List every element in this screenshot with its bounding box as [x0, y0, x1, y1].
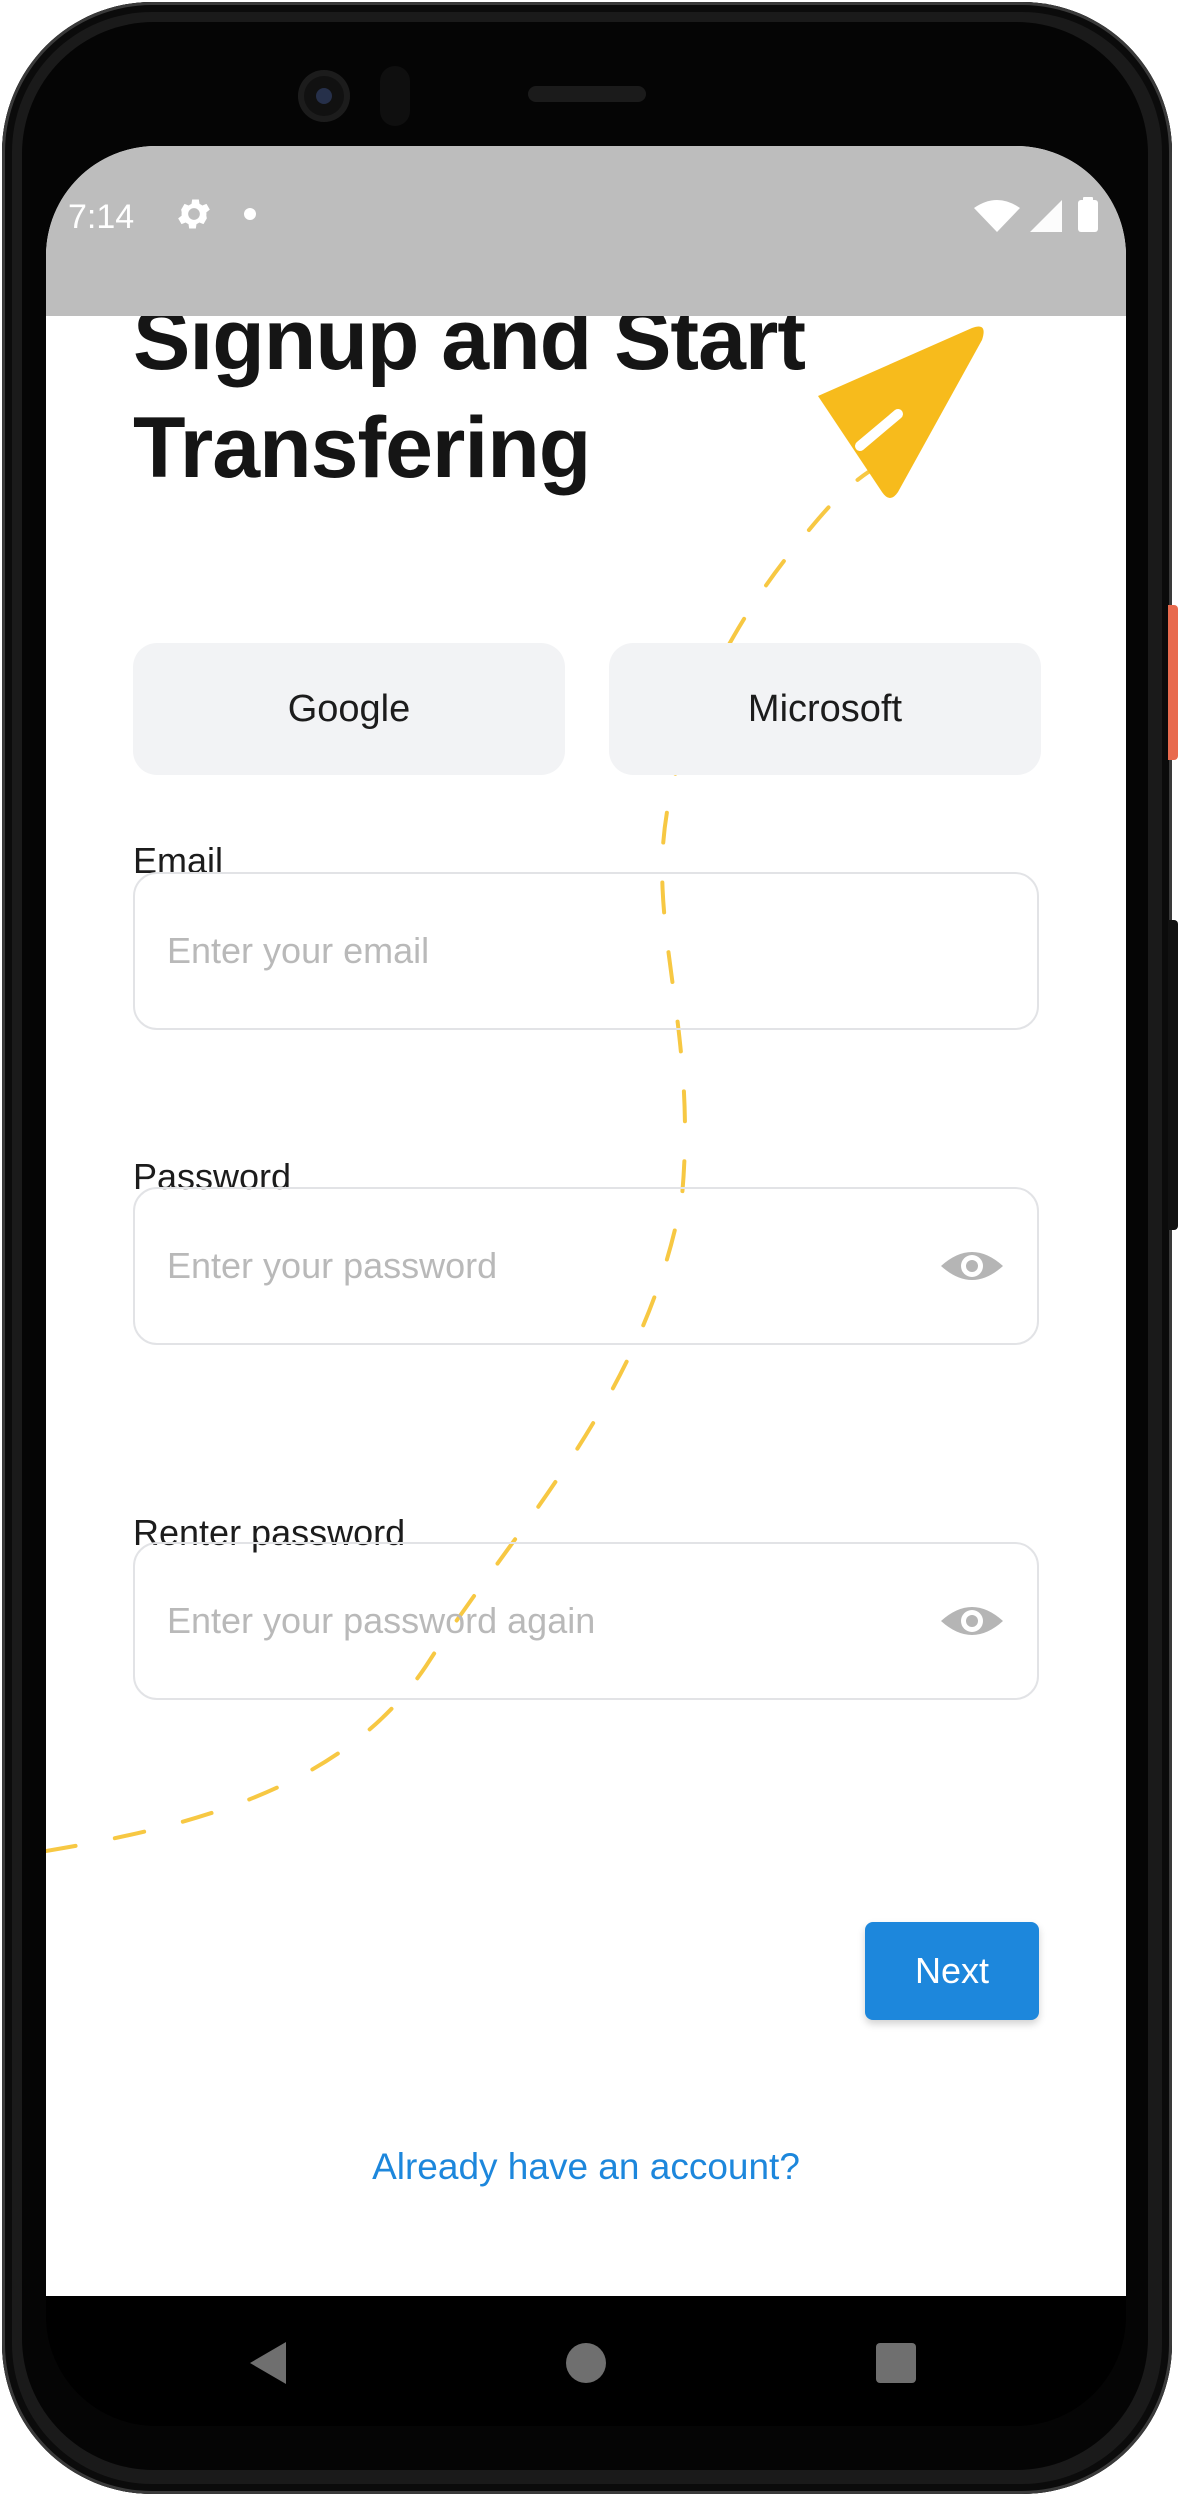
gear-icon: [178, 199, 210, 229]
signin-link[interactable]: Already have an account?: [46, 2146, 1126, 2188]
google-signup-button[interactable]: Google: [133, 643, 565, 775]
recents-icon[interactable]: [876, 2343, 916, 2383]
password-placeholder: Enter your password: [167, 1245, 498, 1286]
home-icon[interactable]: [566, 2343, 606, 2383]
email-field[interactable]: Enter your email: [133, 872, 1039, 1030]
notification-dot-icon: [244, 208, 256, 220]
wifi-icon: [974, 200, 1020, 232]
status-bar: 7:14: [46, 146, 1126, 316]
back-icon[interactable]: [248, 2340, 288, 2386]
signup-content: Signup and Start Transfering Google Micr…: [46, 146, 1126, 2296]
next-button[interactable]: Next: [865, 1922, 1039, 2020]
email-placeholder: Enter your email: [167, 930, 430, 971]
next-button-label: Next: [914, 1950, 990, 1991]
battery-icon: [1078, 200, 1098, 232]
password-field[interactable]: Enter your password: [133, 1187, 1039, 1345]
eye-icon[interactable]: [939, 1599, 1005, 1643]
eye-icon[interactable]: [939, 1244, 1005, 1288]
status-time: 7:14: [68, 198, 135, 236]
phone-device: 7:14 Signup and Start Transfering Google…: [0, 0, 1178, 2498]
earpiece-speaker: [528, 86, 646, 102]
system-nav-bar: [46, 2296, 1126, 2426]
confirm-password-placeholder: Enter your password again: [167, 1600, 596, 1641]
system-status-icons: [974, 197, 1098, 232]
google-button-label: Google: [287, 687, 411, 730]
front-camera: [298, 70, 350, 122]
proximity-sensor: [380, 66, 410, 126]
page-title: Signup and Start Transfering: [133, 292, 806, 496]
power-button: [1168, 605, 1178, 760]
volume-button: [1168, 920, 1178, 1230]
microsoft-signup-button[interactable]: Microsoft: [609, 643, 1041, 775]
signal-icon: [1030, 200, 1062, 232]
confirm-password-field[interactable]: Enter your password again: [133, 1542, 1039, 1700]
microsoft-button-label: Microsoft: [747, 687, 903, 730]
app-screen: 7:14 Signup and Start Transfering Google…: [46, 146, 1126, 2296]
